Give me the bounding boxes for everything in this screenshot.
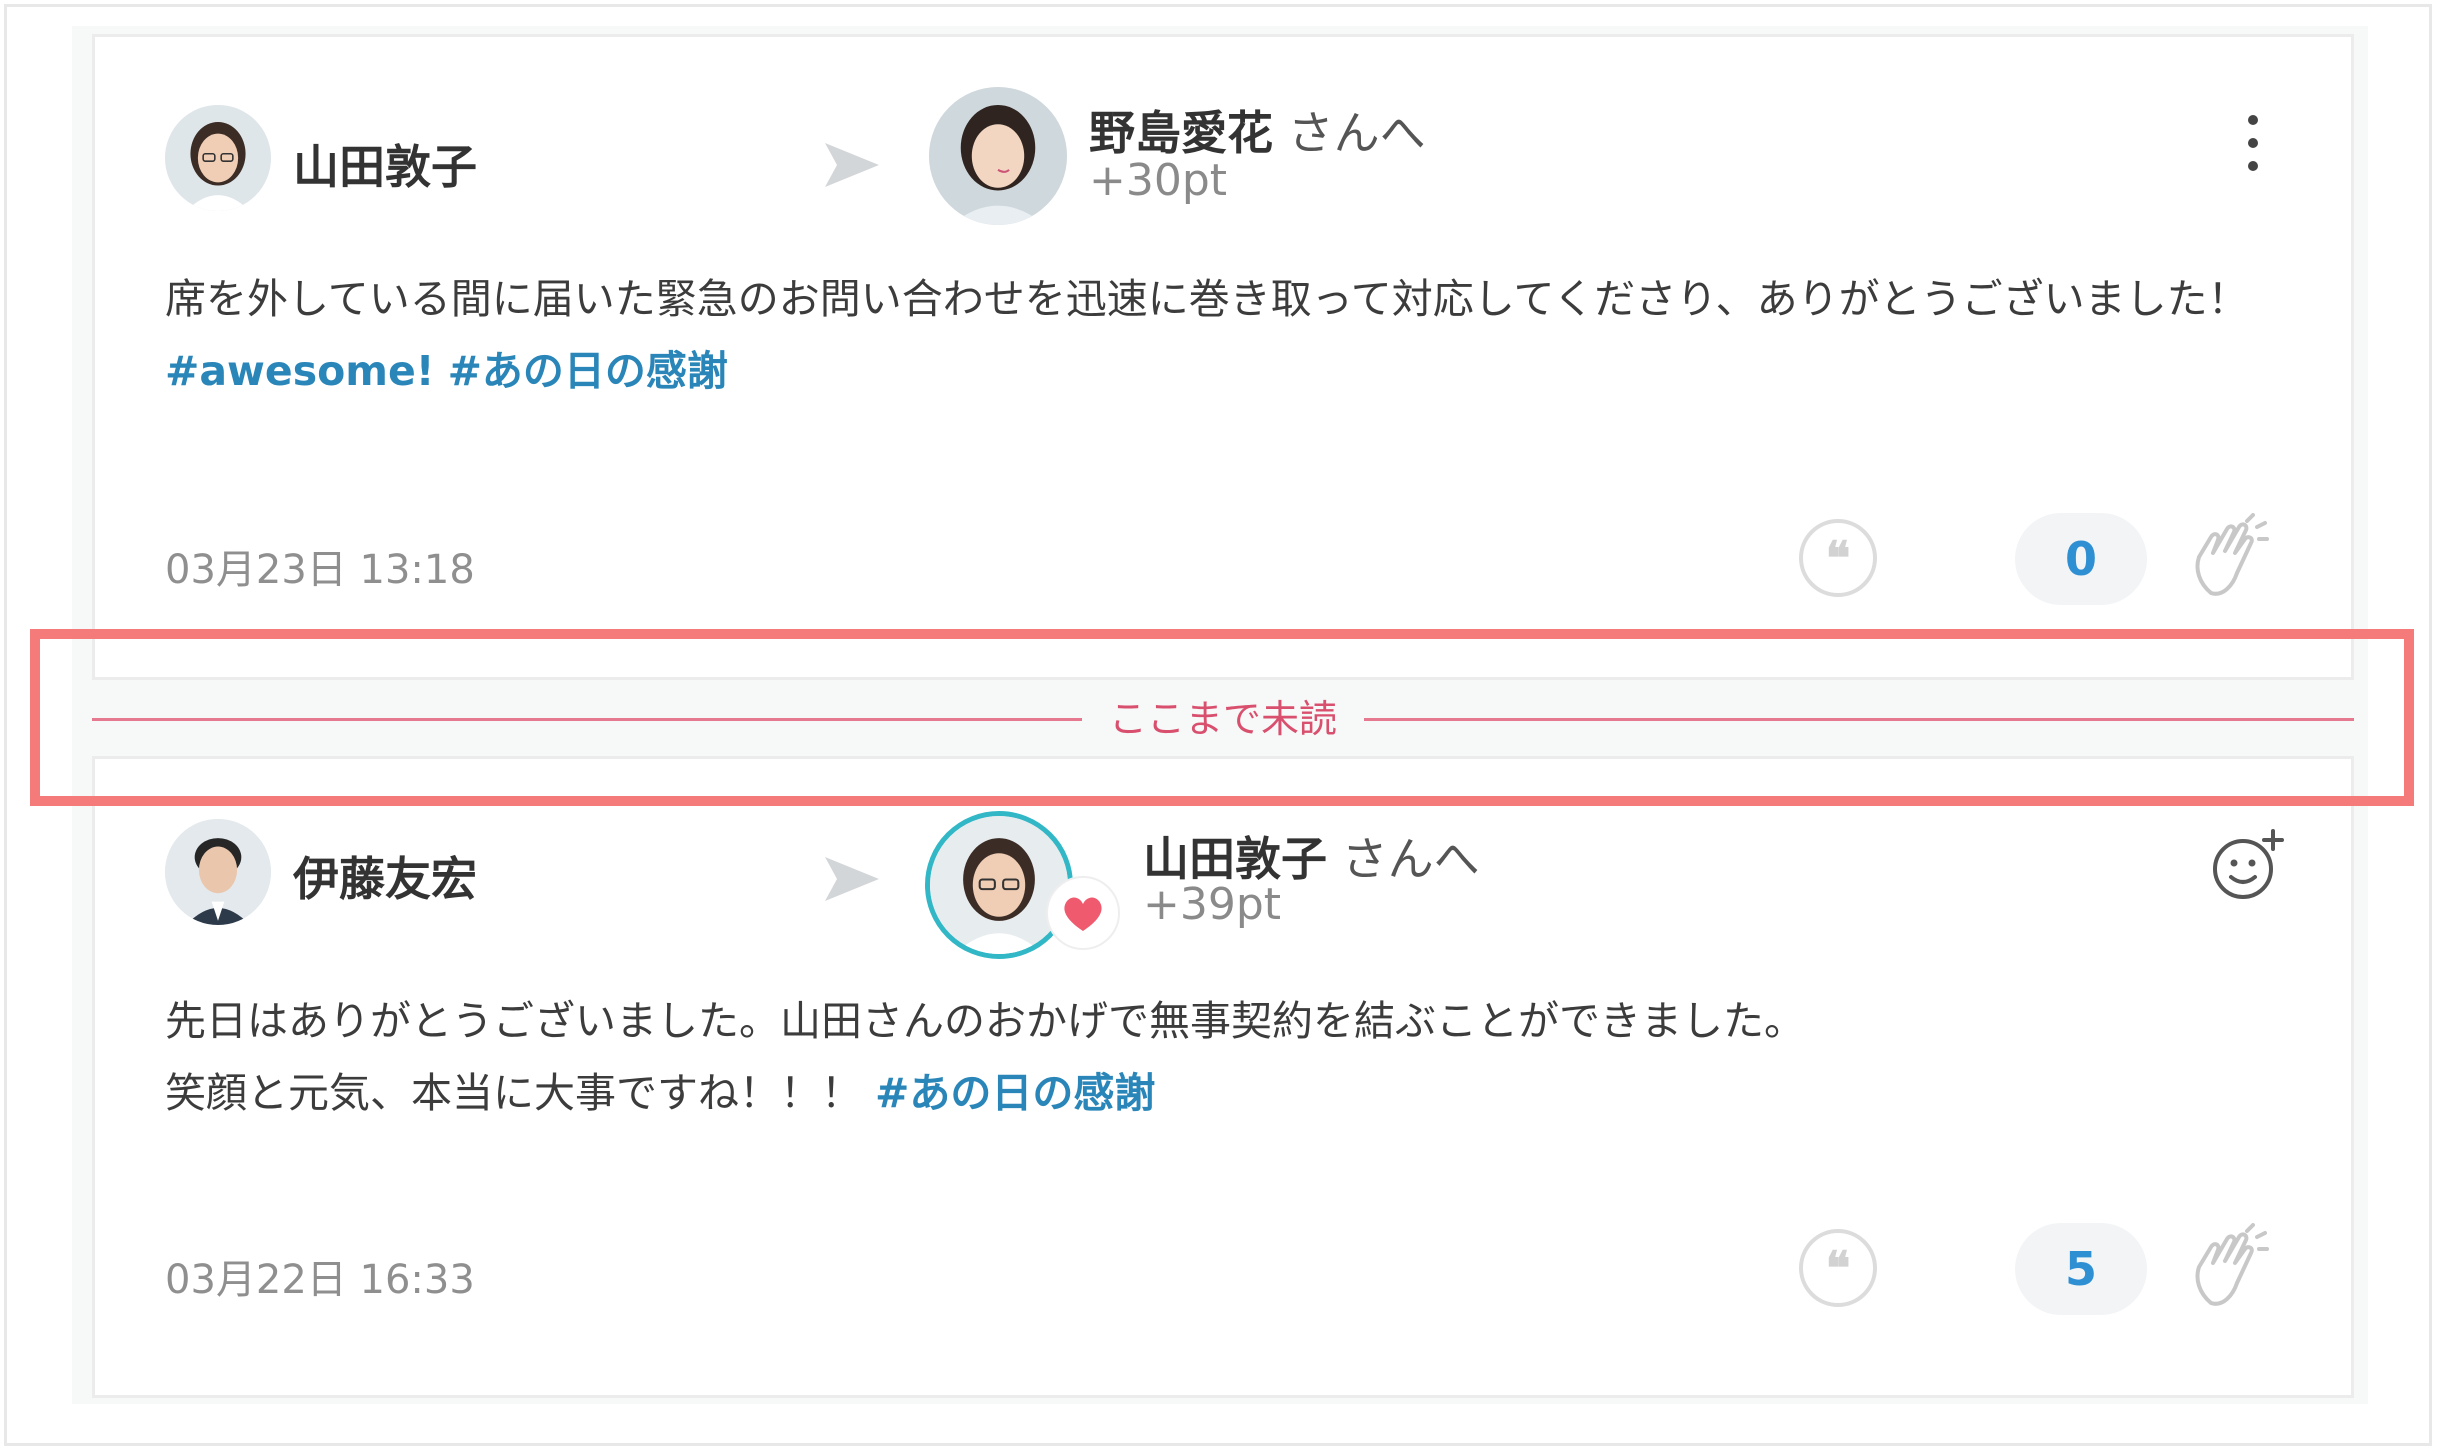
post-card: 伊藤友宏 山田敦子 さんへ +39pt 先日はありがとうございました。山田さんの…	[92, 756, 2354, 1398]
send-arrow-icon	[825, 143, 879, 187]
divider-line	[1364, 718, 2354, 721]
quote-icon[interactable]: ❝	[1799, 1229, 1877, 1307]
hashtag-line: #awesome! #あの日の感謝	[165, 335, 2249, 407]
message-text: 笑顔と元気、本当に大事ですね！！！	[165, 1069, 862, 1117]
quote-icon[interactable]: ❝	[1799, 519, 1877, 597]
post-card: 山田敦子 野島愛花 さんへ +30pt 席を外している間に届いた緊急のお問い合わ…	[92, 34, 2354, 680]
recipient-name-line: 野島愛花 さんへ	[1089, 97, 1426, 163]
hashtag-link[interactable]: #awesome!	[165, 347, 435, 395]
heart-badge-icon	[1046, 876, 1120, 950]
clap-icon[interactable]	[2181, 513, 2273, 605]
unread-label: ここまで未読	[1108, 697, 1337, 741]
message-body: 先日はありがとうございました。山田さんのおかげで無事契約を結ぶことができました。…	[165, 985, 1805, 1129]
unread-divider: ここまで未読	[92, 697, 2356, 741]
message-line: 先日はありがとうございました。山田さんのおかげで無事契約を結ぶことができました。	[165, 997, 1805, 1045]
sender-avatar[interactable]	[165, 819, 271, 925]
points-value: +39pt	[1143, 879, 1282, 930]
hashtag-link[interactable]: #あの日の感謝	[875, 1069, 1155, 1117]
recipient-name[interactable]: 山田敦子	[1143, 832, 1327, 886]
sender-name[interactable]: 伊藤友宏	[293, 843, 477, 909]
clap-count[interactable]: 0	[2015, 513, 2147, 605]
recipient-suffix: さんへ	[1273, 106, 1426, 160]
message-body: 席を外している間に届いた緊急のお問い合わせを迅速に巻き取って対応してくださり、あ…	[165, 263, 2249, 407]
send-arrow-icon	[825, 857, 879, 901]
message-line: 笑顔と元気、本当に大事ですね！！！ #あの日の感謝	[165, 1057, 1805, 1129]
recipient-name[interactable]: 野島愛花	[1089, 106, 1273, 160]
points-value: +30pt	[1089, 155, 1228, 206]
divider-line	[92, 718, 1082, 721]
more-vertical-icon[interactable]	[2243, 111, 2263, 175]
recipient-avatar[interactable]	[929, 87, 1067, 225]
hashtag-link[interactable]: #あの日の感謝	[448, 347, 728, 395]
sender-name[interactable]: 山田敦子	[293, 131, 477, 197]
message-line: 席を外している間に届いた緊急のお問い合わせを迅速に巻き取って対応してくださり、あ…	[165, 275, 2249, 323]
clap-count[interactable]: 5	[2015, 1223, 2147, 1315]
timestamp: 03月23日 13:18	[165, 547, 475, 593]
clap-icon[interactable]	[2181, 1223, 2273, 1315]
sender-avatar[interactable]	[165, 105, 271, 211]
recipient-suffix: さんへ	[1327, 832, 1480, 886]
add-reaction-icon[interactable]	[2207, 827, 2287, 907]
timestamp: 03月22日 16:33	[165, 1257, 475, 1303]
